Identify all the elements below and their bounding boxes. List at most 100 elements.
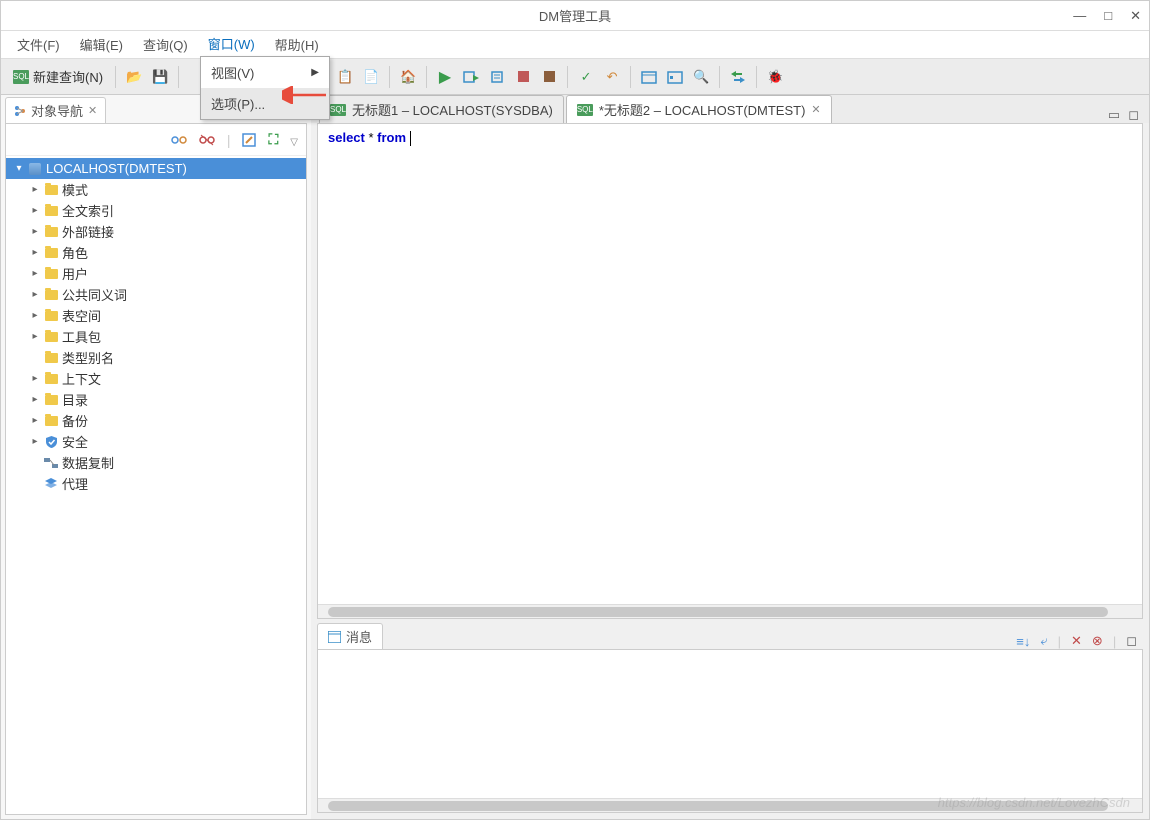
message-panel: 消息 ≡↓ ⤶ | ✕ ⊗ | ◻ — [317, 623, 1143, 813]
tree-item-context[interactable]: ▸上下文 — [6, 368, 306, 389]
separator: | — [1113, 634, 1116, 649]
commit-button[interactable]: ✓ — [574, 65, 598, 89]
expand-toggle[interactable]: ▸ — [28, 268, 42, 279]
search-button[interactable]: 🔍 — [689, 65, 713, 89]
record-button[interactable] — [537, 65, 561, 89]
msg-wrap-button[interactable]: ⤶ — [1040, 633, 1047, 649]
stop-button[interactable] — [511, 65, 535, 89]
minimize-panel-button[interactable]: ▭ — [1108, 107, 1120, 123]
minimize-button[interactable]: — — [1073, 8, 1086, 24]
close-tab-button[interactable]: ✕ — [811, 103, 820, 116]
unlink-icon — [199, 133, 215, 147]
expand-toggle[interactable]: ▸ — [28, 331, 42, 342]
sql-icon: SQL — [577, 104, 593, 116]
replication-icon — [42, 457, 60, 469]
right-panel: SQL 无标题1 – LOCALHOST(SYSDBA) SQL *无标题2 –… — [311, 95, 1149, 819]
menu-edit[interactable]: 编辑(E) — [72, 31, 131, 58]
menu-query[interactable]: 查询(Q) — [135, 31, 196, 58]
database-icon — [26, 163, 44, 175]
tree-item-synonym[interactable]: ▸ 公共同义词 — [6, 284, 306, 305]
execute-script-button[interactable] — [459, 65, 483, 89]
play-icon: ▶ — [439, 67, 451, 87]
home-button[interactable]: 🏠 — [396, 65, 420, 89]
tree-item-catalog[interactable]: ▸目录 — [6, 389, 306, 410]
tree-item-backup[interactable]: ▸备份 — [6, 410, 306, 431]
tree-item-typealias[interactable]: 类型别名 — [6, 347, 306, 368]
calendar2-button[interactable] — [663, 65, 687, 89]
unlink-button[interactable] — [199, 133, 215, 147]
dropdown-options-label: 选项(P)... — [211, 94, 265, 113]
tree-item-fulltext[interactable]: ▸全文索引 — [6, 200, 306, 221]
annotation-arrow-icon — [282, 86, 330, 104]
editor-tab-2-label: *无标题2 – LOCALHOST(DMTEST) — [599, 100, 806, 119]
stop-icon — [518, 71, 529, 82]
paste-button[interactable]: 📄 — [359, 65, 383, 89]
tree-item-user[interactable]: ▸用户 — [6, 263, 306, 284]
tree-item-schema[interactable]: ▸模式 — [6, 179, 306, 200]
copy-button[interactable]: 📋 — [333, 65, 357, 89]
tree-label: 公共同义词 — [60, 285, 127, 304]
scrollbar-thumb[interactable] — [328, 607, 1108, 617]
editor-tabs: SQL 无标题1 – LOCALHOST(SYSDBA) SQL *无标题2 –… — [311, 95, 1149, 123]
msg-list-button[interactable]: ≡↓ — [1016, 634, 1030, 649]
maximize-button[interactable]: □ — [1104, 8, 1112, 24]
editor-h-scrollbar[interactable] — [318, 604, 1142, 618]
editor-tab-1[interactable]: SQL 无标题1 – LOCALHOST(SYSDBA) — [319, 95, 564, 123]
expand-all-button[interactable]: ⛶ — [268, 131, 278, 148]
expand-toggle[interactable]: ▸ — [28, 184, 42, 195]
link-button[interactable] — [171, 133, 187, 147]
close-tab-button[interactable]: ✕ — [88, 104, 97, 117]
msg-clear-all-button[interactable]: ⊗ — [1092, 633, 1103, 649]
explain-button[interactable] — [485, 65, 509, 89]
tree-item-tablespace[interactable]: ▸表空间 — [6, 305, 306, 326]
object-nav-tab[interactable]: 对象导航 ✕ — [5, 97, 106, 123]
folder-icon — [42, 290, 60, 300]
menu-window[interactable]: 窗口(W) — [200, 30, 263, 59]
dropdown-view-item[interactable]: 视图(V) ▶ — [201, 57, 329, 88]
expand-toggle[interactable]: ▸ — [28, 310, 42, 321]
expand-toggle[interactable]: ▾ — [12, 163, 26, 174]
rollback-button[interactable]: ↶ — [600, 65, 624, 89]
tree-label: 数据复制 — [60, 453, 114, 472]
new-query-button[interactable]: SQL 新建查询(N) — [7, 65, 109, 88]
expand-toggle[interactable]: ▸ — [28, 394, 42, 405]
expand-toggle[interactable]: ▸ — [28, 289, 42, 300]
collapse-button[interactable]: ▽ — [290, 132, 298, 148]
expand-toggle[interactable]: ▸ — [28, 436, 42, 447]
menu-file[interactable]: 文件(F) — [9, 31, 68, 58]
open-folder-button[interactable]: 📂 — [122, 65, 146, 89]
edit-button[interactable] — [242, 133, 256, 147]
tree-item-security[interactable]: ▸安全 — [6, 431, 306, 452]
msg-clear-button[interactable]: ✕ — [1071, 633, 1082, 649]
expand-toggle[interactable]: ▸ — [28, 247, 42, 258]
expand-toggle[interactable]: ▸ — [28, 373, 42, 384]
editor-tab-1-label: 无标题1 – LOCALHOST(SYSDBA) — [352, 100, 553, 119]
close-button[interactable]: ✕ — [1130, 8, 1141, 24]
execute-button[interactable]: ▶ — [433, 65, 457, 89]
maximize-panel-button[interactable]: ◻ — [1128, 107, 1139, 123]
editor-tab-2[interactable]: SQL *无标题2 – LOCALHOST(DMTEST) ✕ — [566, 95, 832, 123]
calendar1-button[interactable] — [637, 65, 661, 89]
editor-panel-controls: ▭ ◻ — [1108, 107, 1139, 123]
tree-item-role[interactable]: ▸角色 — [6, 242, 306, 263]
expand-toggle[interactable]: ▸ — [28, 205, 42, 216]
sql-code-editor[interactable]: select * from — [318, 124, 1142, 604]
folder-icon — [42, 227, 60, 237]
tree-root[interactable]: ▾ LOCALHOST(DMTEST) — [6, 158, 306, 179]
tree-item-replication[interactable]: 数据复制 — [6, 452, 306, 473]
transfer-button[interactable] — [726, 65, 750, 89]
expand-toggle[interactable]: ▸ — [28, 226, 42, 237]
menu-help[interactable]: 帮助(H) — [267, 31, 327, 58]
tree-item-agent[interactable]: 代理 — [6, 473, 306, 494]
tree-item-extlink[interactable]: ▸外部链接 — [6, 221, 306, 242]
message-tab[interactable]: 消息 — [317, 623, 383, 649]
text-cursor — [410, 131, 411, 146]
debug-button[interactable]: 🐞 — [763, 65, 787, 89]
expand-toggle[interactable]: ▸ — [28, 415, 42, 426]
message-body[interactable] — [317, 649, 1143, 813]
msg-maximize-button[interactable]: ◻ — [1126, 633, 1137, 649]
save-button[interactable]: 💾 — [148, 65, 172, 89]
object-tree[interactable]: ▾ LOCALHOST(DMTEST) ▸模式 ▸全文索引 ▸外部链接 ▸角色 … — [6, 156, 306, 814]
tree-item-toolkit[interactable]: ▸工具包 — [6, 326, 306, 347]
check-icon: ✓ — [581, 69, 592, 85]
